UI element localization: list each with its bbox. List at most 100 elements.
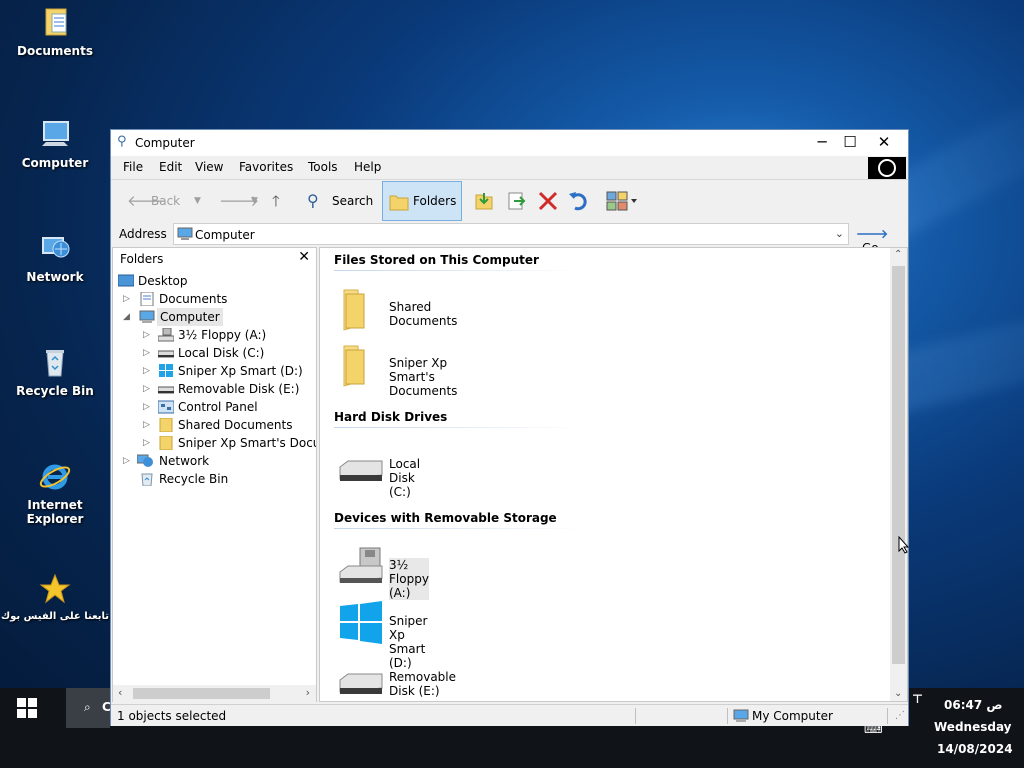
desktop-icon <box>118 274 134 287</box>
expand-arrow-icon[interactable]: ▷ <box>143 434 153 452</box>
windows-brand-logo <box>868 157 906 179</box>
expand-arrow-icon[interactable]: ▷ <box>143 380 153 398</box>
desktop-icon-recycle-bin[interactable]: Recycle Bin <box>0 346 110 398</box>
delete-icon[interactable] <box>536 189 560 213</box>
expand-arrow-icon[interactable]: ▷ <box>143 326 153 344</box>
scrollbar-thumb[interactable] <box>133 688 270 699</box>
menu-edit[interactable]: Edit <box>159 160 182 174</box>
search-button[interactable]: Search <box>332 187 373 215</box>
desktop-icon-documents[interactable]: Documents <box>0 6 110 58</box>
scroll-left-icon[interactable]: ‹ <box>118 686 122 699</box>
menu-bar: File Edit View Favorites Tools Help <box>111 156 908 178</box>
menu-tools[interactable]: Tools <box>308 160 338 174</box>
desktop-icon-internet-explorer[interactable]: Internet Explorer <box>0 460 110 526</box>
desktop-icon-label: Internet Explorer <box>26 498 84 526</box>
menu-favorites[interactable]: Favorites <box>239 160 293 174</box>
desktop-icon-label: Documents <box>17 44 93 58</box>
windows-logo-icon <box>159 364 173 377</box>
recycle-bin-icon <box>46 350 64 377</box>
expand-arrow-icon[interactable]: ▷ <box>143 398 153 416</box>
computer-icon <box>139 310 155 323</box>
explorer-window: ⚲ Computer ─ ☐ ✕ File Edit View Favorite… <box>110 129 909 726</box>
tree-node-label: Control Panel <box>178 400 258 414</box>
clock-day[interactable]: Wednesday <box>934 720 1012 734</box>
move-to-icon[interactable] <box>472 189 496 213</box>
search-icon[interactable]: ⚲ <box>307 187 319 215</box>
removable-disk-icon <box>158 386 174 394</box>
folders-pane-close-icon[interactable]: ✕ <box>298 249 310 265</box>
undo-icon[interactable] <box>567 189 591 213</box>
item-label: 3½ Floppy (A:) <box>389 558 429 600</box>
status-selection-text: 1 objects selected <box>117 709 227 723</box>
status-bar: 1 objects selected My Computer ⋰ <box>111 704 908 726</box>
close-button[interactable]: ✕ <box>869 132 899 154</box>
item-label: Sniper Xp Smart (D:) <box>389 614 428 670</box>
status-divider <box>635 708 636 724</box>
vertical-scrollbar[interactable]: ⌃ ⌄ <box>890 248 907 701</box>
scroll-right-icon[interactable]: › <box>306 686 310 699</box>
group-header-files-stored: Files Stored on This Computer <box>334 253 539 267</box>
tree-node-label: Computer <box>157 308 223 326</box>
views-icon[interactable] <box>605 189 639 213</box>
clock-time[interactable]: 06:47 ص <box>944 698 1003 712</box>
windows-logo-icon <box>17 698 37 718</box>
folder-icon <box>343 345 365 387</box>
back-dropdown-chevron-icon[interactable]: ▼ <box>194 187 201 215</box>
desktop-icon-facebook-follow[interactable]: تابعنا على الفيس بوك <box>0 572 110 624</box>
window-title: Computer <box>135 136 195 150</box>
floppy-drive-icon <box>158 328 174 342</box>
address-bar: Address Computer ⌄ 🡒 Go <box>111 222 908 255</box>
expand-arrow-icon[interactable]: ▷ <box>123 290 133 308</box>
collapse-arrow-icon[interactable]: ◢ <box>123 308 133 326</box>
address-dropdown-chevron-icon[interactable]: ⌄ <box>835 227 844 240</box>
clock-date[interactable]: 14/08/2024 <box>937 742 1013 756</box>
up-arrow-icon[interactable]: 🡑 <box>272 187 280 215</box>
desktop-icon-network[interactable]: Network <box>0 232 110 284</box>
start-button[interactable] <box>8 696 44 732</box>
windows-logo-icon <box>340 601 382 644</box>
status-divider <box>887 708 888 724</box>
scroll-up-icon[interactable]: ⌃ <box>894 249 902 260</box>
address-input[interactable]: Computer ⌄ <box>173 223 849 245</box>
menu-help[interactable]: Help <box>354 160 381 174</box>
menu-view[interactable]: View <box>195 160 223 174</box>
title-bar[interactable]: ⚲ Computer ─ ☐ ✕ <box>111 130 908 156</box>
address-label: Address <box>119 227 167 241</box>
desktop-icon-label: Computer <box>21 156 89 170</box>
internet-explorer-icon <box>39 464 71 490</box>
content-pane: Files Stored on This Computer Shared Doc… <box>319 247 908 702</box>
group-header-hard-disk-drives: Hard Disk Drives <box>334 410 448 424</box>
menu-file[interactable]: File <box>123 160 143 174</box>
search-icon: ⌕ <box>84 700 91 714</box>
desktop-icon-computer[interactable]: Computer <box>0 118 110 170</box>
back-button[interactable]: Back <box>151 187 180 215</box>
folders-button[interactable]: Folders <box>382 181 462 221</box>
maximize-button[interactable]: ☐ <box>835 132 865 154</box>
scroll-down-icon[interactable]: ⌄ <box>894 688 902 699</box>
horizontal-scrollbar[interactable]: ‹ › <box>113 685 316 702</box>
expand-arrow-icon[interactable]: ▷ <box>143 344 153 362</box>
document-icon <box>140 292 154 306</box>
expand-arrow-icon[interactable]: ▷ <box>123 452 133 470</box>
tree-node-label: Documents <box>159 292 228 306</box>
desktop-icon-label: تابعنا على الفيس بوك <box>0 611 109 622</box>
expand-arrow-icon[interactable]: ▷ <box>143 416 153 434</box>
documents-folder-icon <box>45 8 67 36</box>
forward-dropdown-chevron-icon[interactable]: ▼ <box>251 187 258 215</box>
tree-node-label: 3½ Floppy (A:) <box>178 328 267 342</box>
expand-arrow-icon[interactable]: ▷ <box>143 362 153 380</box>
floppy-drive-icon <box>339 547 383 583</box>
taskbar-task-computer[interactable]: ⌕ C <box>66 688 111 728</box>
control-panel-icon <box>158 400 174 414</box>
minimize-button[interactable]: ─ <box>807 132 837 154</box>
group-divider <box>334 528 582 529</box>
tray-network-icon[interactable]: ⊤ <box>912 692 923 706</box>
tree-node-label: Recycle Bin <box>159 472 229 486</box>
scrollbar-thumb[interactable] <box>892 266 905 664</box>
copy-to-icon[interactable] <box>504 189 528 213</box>
folders-button-label: Folders <box>413 194 457 208</box>
hard-disk-icon <box>339 460 383 481</box>
resize-grip-icon[interactable]: ⋰ <box>895 710 905 721</box>
star-icon <box>39 573 71 604</box>
desktop-icon-label: Network <box>26 270 84 284</box>
